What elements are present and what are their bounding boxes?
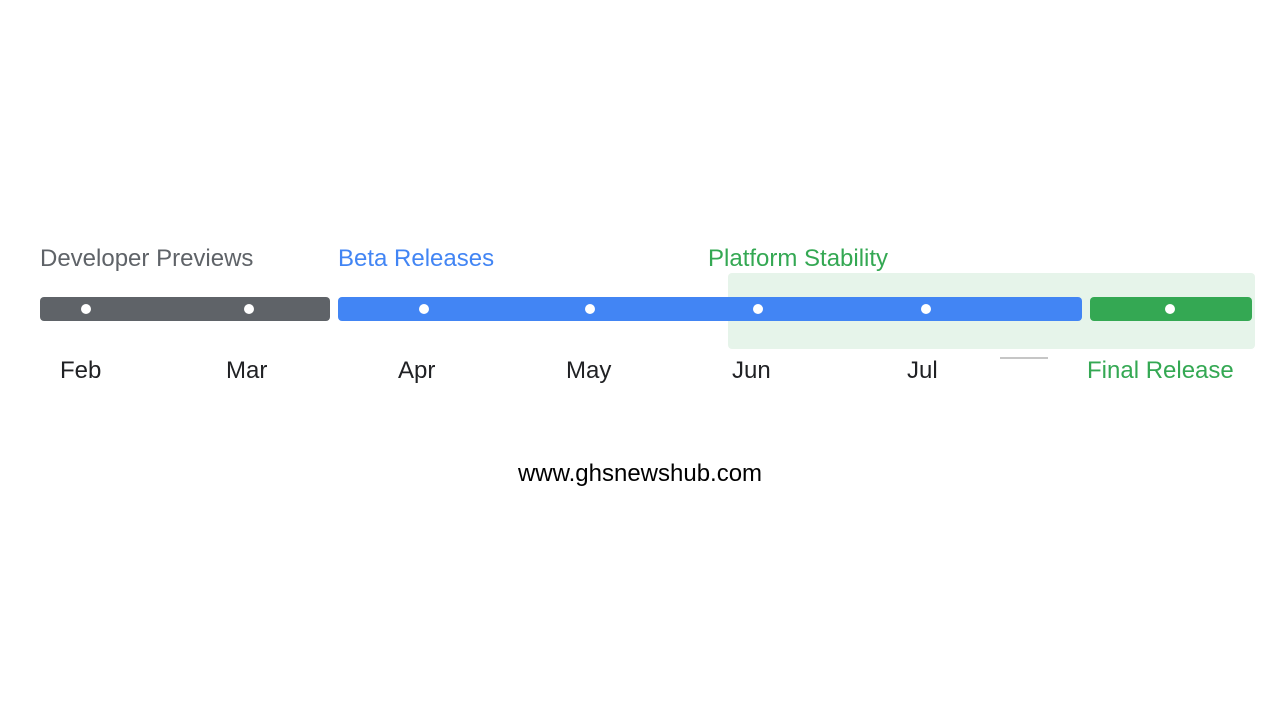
milestone-dot [921,304,931,314]
month-label: Mar [226,357,267,385]
timeline-bar [40,297,1255,321]
milestone-dot [81,304,91,314]
segment-beta [338,297,1082,321]
final-release-label: Final Release [1087,357,1234,385]
milestone-dot [419,304,429,314]
month-label: Feb [60,357,101,385]
legend-row: Developer Previews Beta Releases Platfor… [40,225,1255,273]
milestone-dot [244,304,254,314]
legend-beta-releases: Beta Releases [338,245,494,273]
month-label: Jun [732,357,771,385]
timeline-chart: Developer Previews Beta Releases Platfor… [40,225,1255,397]
month-axis: Feb Mar Apr May Jun Jul Final Release [40,357,1255,397]
dash-separator [1000,357,1048,359]
milestone-dot [585,304,595,314]
month-label: May [566,357,611,385]
milestone-dot [753,304,763,314]
month-label: Jul [907,357,938,385]
legend-developer-previews: Developer Previews [40,245,253,273]
legend-platform-stability: Platform Stability [708,245,888,273]
watermark-text: www.ghsnewshub.com [0,460,1280,488]
milestone-dot [1165,304,1175,314]
month-label: Apr [398,357,435,385]
